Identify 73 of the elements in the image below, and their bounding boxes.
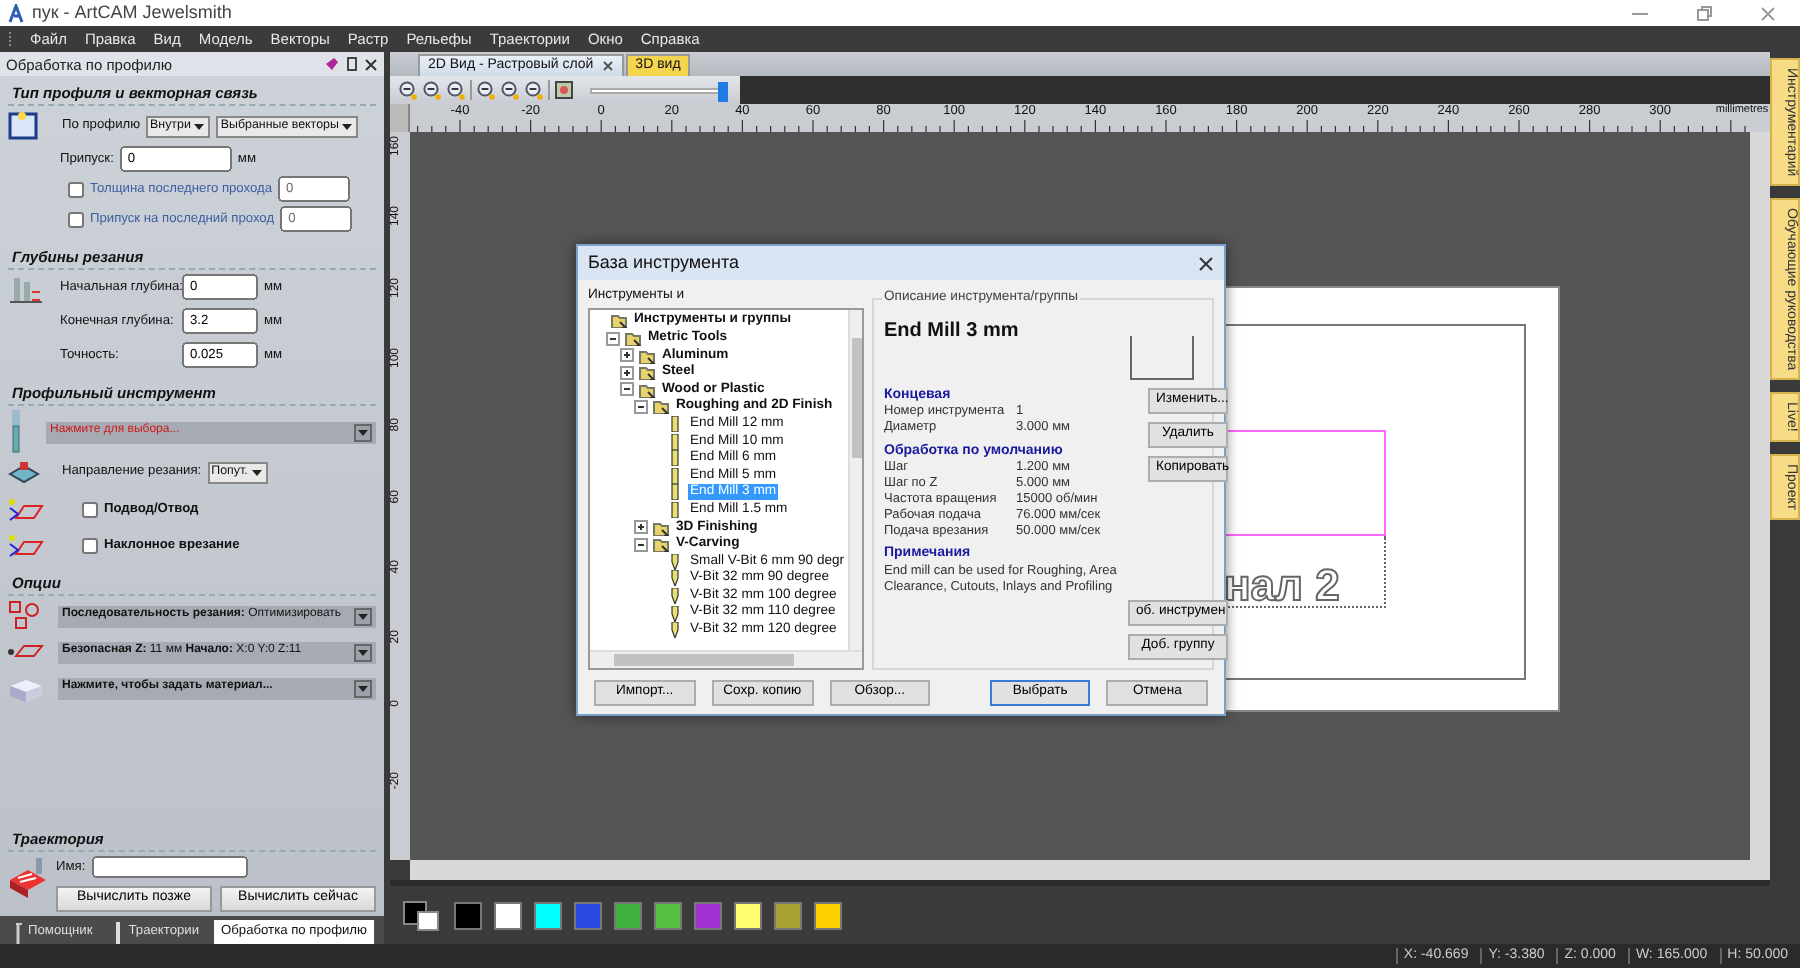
color-swatch[interactable] <box>654 901 682 929</box>
pin-icon[interactable] <box>324 56 340 72</box>
app-logo-icon <box>8 3 24 23</box>
caret-icon <box>340 120 355 132</box>
toolpath-icon <box>8 856 48 900</box>
collapse-icon[interactable] <box>634 537 648 552</box>
color-swatch[interactable] <box>454 901 482 929</box>
vertical-scrollbar[interactable] <box>848 310 862 650</box>
tool-group-icon <box>652 536 670 553</box>
tool-group-icon <box>624 330 642 347</box>
magnifier-icon[interactable] <box>500 80 520 100</box>
framed-square-icon <box>8 110 40 142</box>
tool-preview <box>1130 336 1194 380</box>
vertical-scrollbar[interactable] <box>1750 132 1770 860</box>
color-swatch[interactable] <box>814 901 842 929</box>
dropdown-button[interactable] <box>354 679 372 697</box>
dropdown-button[interactable] <box>354 423 372 441</box>
checkbox[interactable] <box>68 211 84 227</box>
tool-group-icon <box>652 398 670 415</box>
caret-icon <box>249 466 264 478</box>
tool-group-icon <box>610 312 628 329</box>
caret-icon <box>192 120 207 132</box>
collapse-icon[interactable] <box>620 382 634 397</box>
magnifier-icon[interactable] <box>476 80 496 100</box>
caret-icon <box>356 682 370 694</box>
dialog-title: База инструмента <box>588 252 740 274</box>
tool-group-icon <box>652 519 670 536</box>
color-swatch[interactable] <box>494 901 522 929</box>
bar-icon <box>114 921 125 943</box>
close-icon[interactable] <box>1198 255 1214 271</box>
outlined-text[interactable]: нал 2 <box>1224 564 1340 608</box>
dock-icon[interactable] <box>346 56 358 72</box>
expand-icon[interactable] <box>620 365 634 380</box>
dropdown-button[interactable] <box>354 643 372 661</box>
tool-name: End Mill 3 mm <box>884 320 1019 344</box>
tool-group-icon <box>638 364 656 381</box>
expand-icon[interactable] <box>634 520 648 535</box>
color-swatch[interactable] <box>614 901 642 929</box>
window-title: пук - ArtCAM Jewelsmith <box>32 2 232 24</box>
collapse-icon[interactable] <box>606 331 620 346</box>
ramp-icon <box>8 498 44 522</box>
slider-thumb[interactable] <box>718 81 728 101</box>
tool-group-icon <box>638 381 656 398</box>
restore-icon[interactable] <box>1696 5 1712 21</box>
plate-icon <box>8 458 40 486</box>
color-swatch[interactable] <box>734 901 762 929</box>
caret-icon <box>356 610 370 622</box>
magnifier-icon[interactable] <box>422 80 442 100</box>
checkbox[interactable] <box>82 502 98 518</box>
layer-icon[interactable] <box>554 80 574 100</box>
dropdown-button[interactable] <box>354 607 372 625</box>
close-icon[interactable] <box>601 60 614 72</box>
horizontal-scrollbar[interactable] <box>410 860 1770 880</box>
color-swatch[interactable] <box>534 901 562 929</box>
ramp-icon <box>8 534 44 558</box>
color-swatch[interactable] <box>694 901 722 929</box>
magnifier-icon[interactable] <box>398 80 418 100</box>
tool-group-icon <box>638 347 656 364</box>
input-field[interactable] <box>91 856 248 878</box>
horizontal-scrollbar[interactable] <box>590 650 862 668</box>
color-swatch[interactable] <box>774 901 802 929</box>
color-swatch[interactable] <box>574 901 602 929</box>
close-icon[interactable] <box>364 57 378 71</box>
checkbox[interactable] <box>68 181 84 197</box>
expand-icon[interactable] <box>620 348 634 363</box>
magnifier-icon[interactable] <box>524 80 544 100</box>
magnifier-icon[interactable] <box>446 80 466 100</box>
caret-icon <box>356 426 370 438</box>
caret-icon <box>356 646 370 658</box>
end-mill-icon <box>8 410 24 454</box>
color-swap-icon[interactable] <box>402 899 442 931</box>
checkbox[interactable] <box>82 538 98 554</box>
collapse-icon[interactable] <box>634 399 648 414</box>
